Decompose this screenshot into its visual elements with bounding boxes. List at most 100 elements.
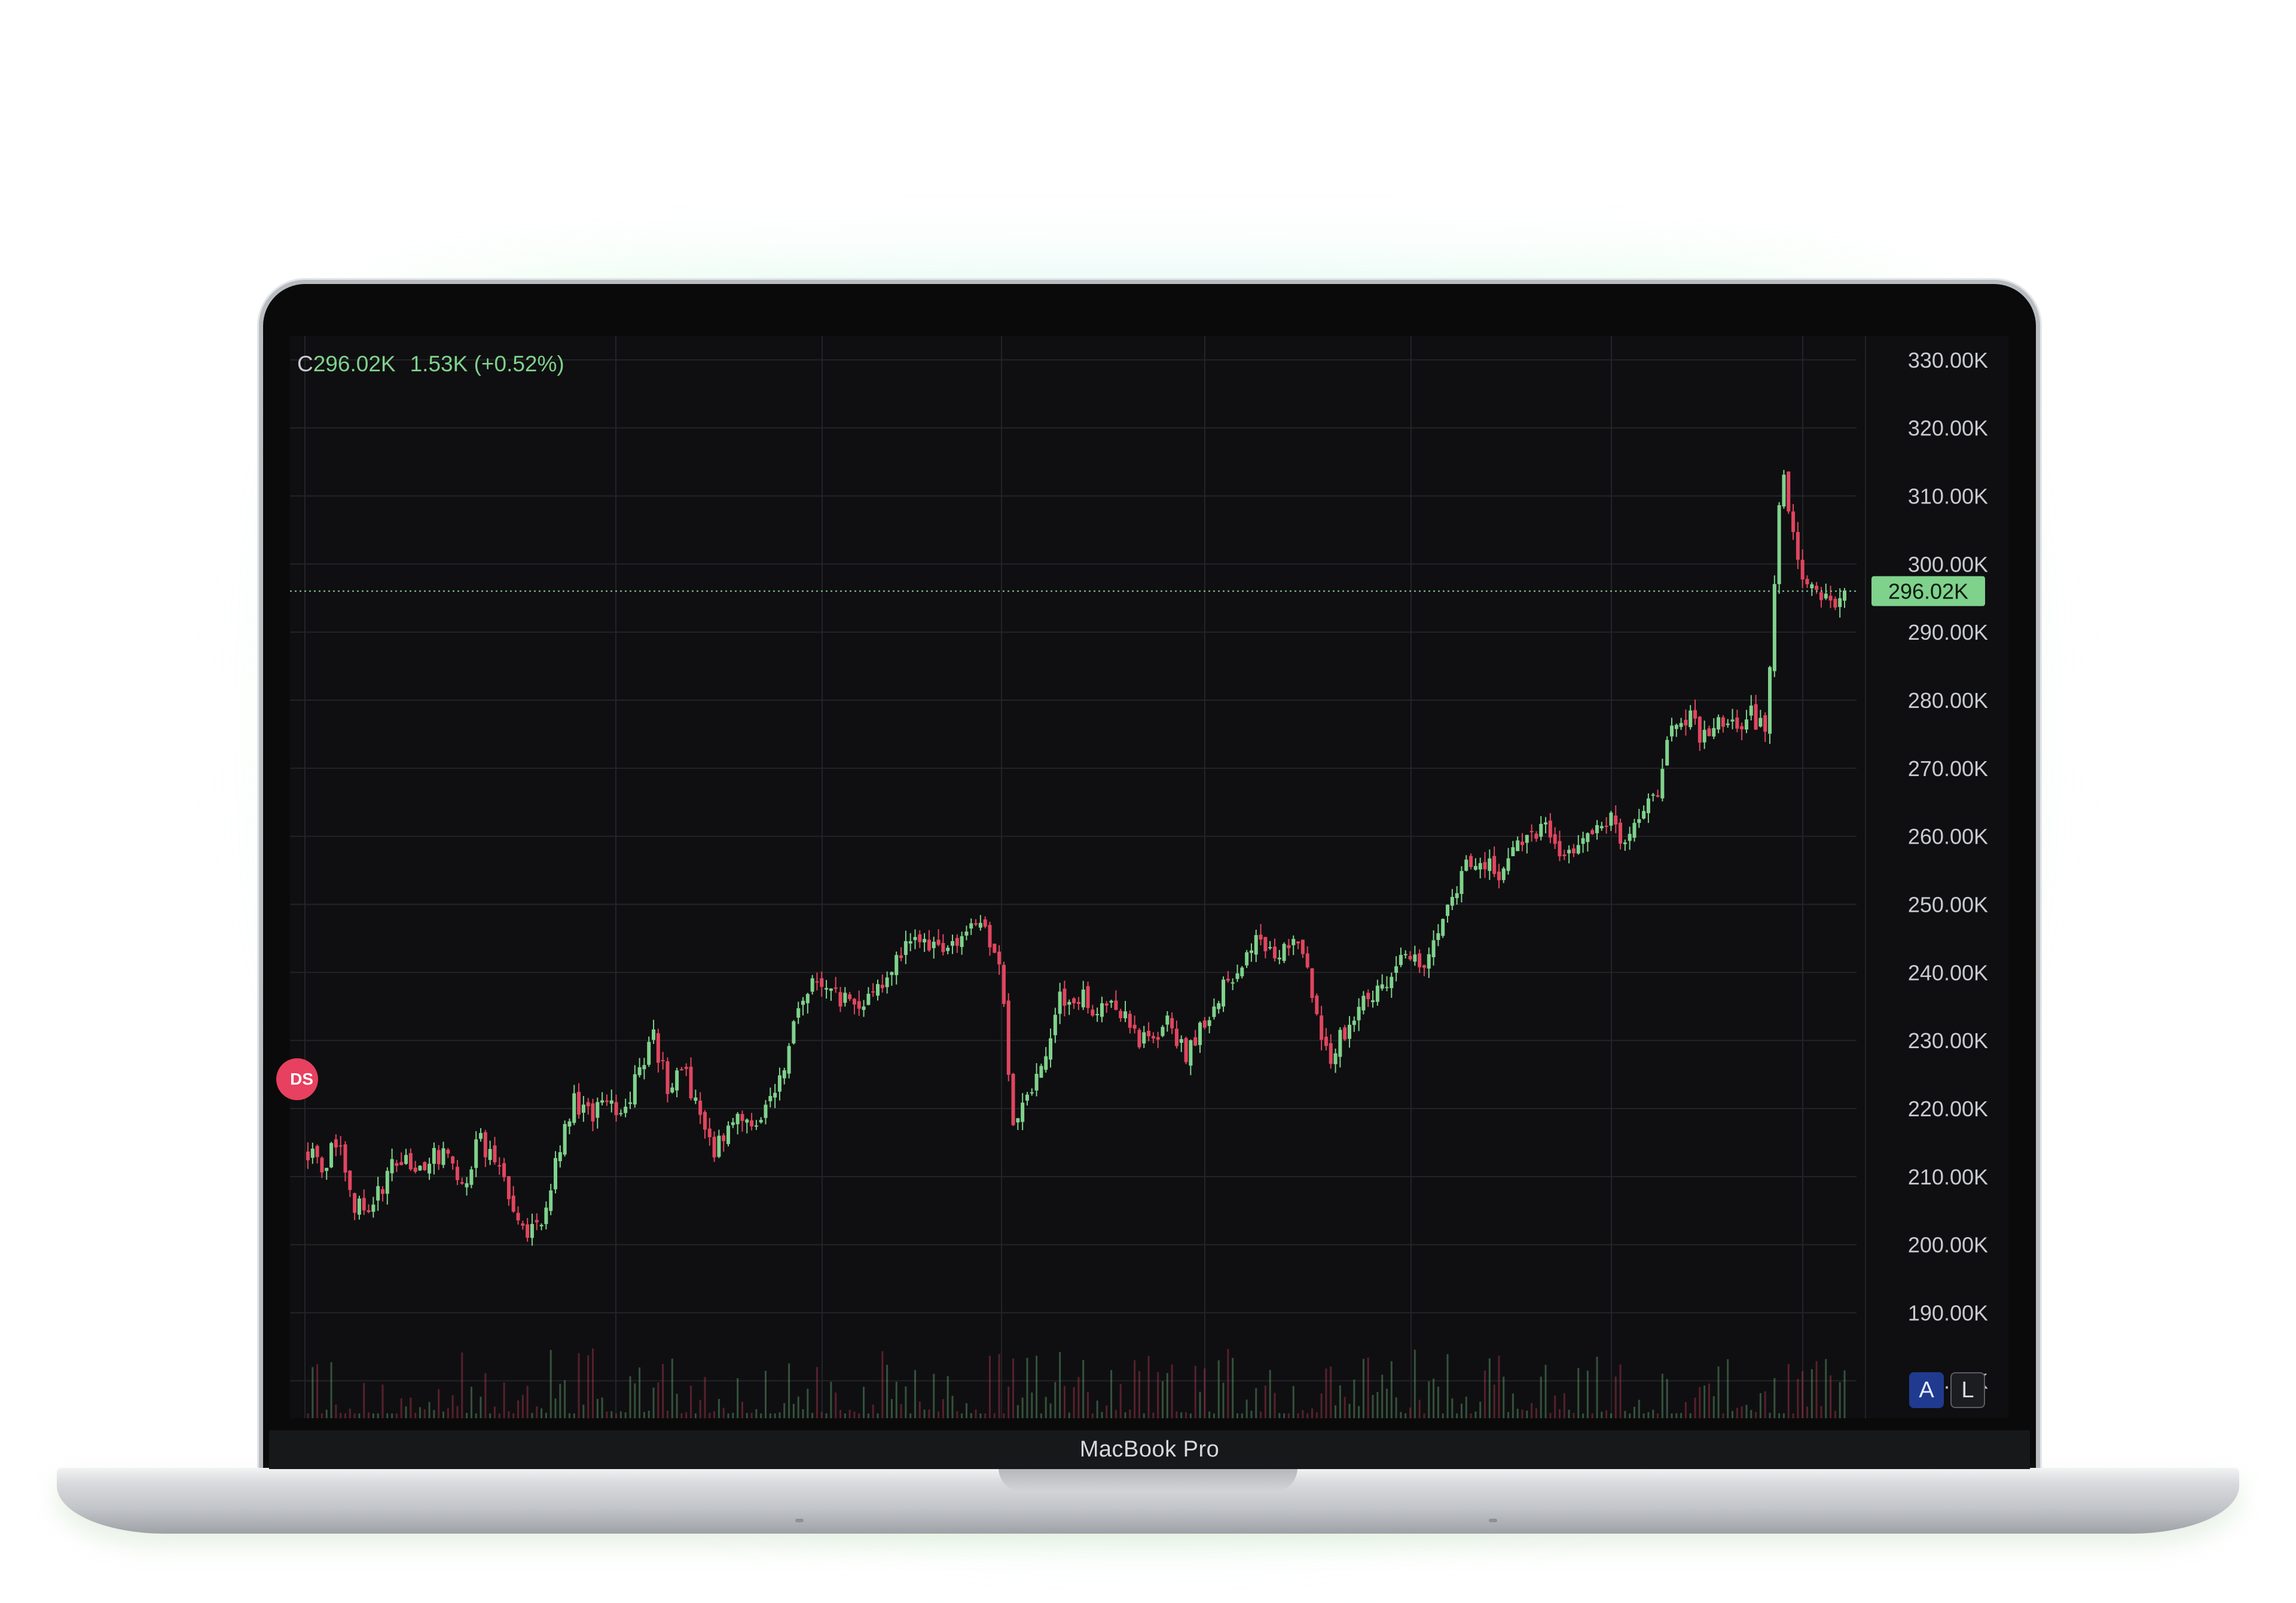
candle-body <box>1595 825 1599 833</box>
candle-body <box>871 991 875 993</box>
candle-body <box>1119 1010 1123 1018</box>
candle-body <box>343 1144 347 1173</box>
volume-bar <box>1049 1403 1052 1418</box>
volume-bar <box>732 1412 734 1418</box>
candle-body <box>554 1158 558 1190</box>
candle-body <box>1240 967 1244 976</box>
volume-bar <box>938 1411 940 1418</box>
volume-bar <box>1782 1413 1785 1418</box>
volume-bar <box>1736 1407 1738 1418</box>
volume-bar <box>1147 1355 1150 1418</box>
volume-bar <box>316 1364 319 1418</box>
price-tick-label: 200.00K <box>1908 1233 1988 1257</box>
volume-bar <box>1297 1413 1299 1418</box>
candle-body <box>624 1106 628 1113</box>
candle-body <box>1604 825 1608 827</box>
candle-body <box>1619 822 1623 844</box>
volume-bar <box>1021 1397 1024 1418</box>
candle-body <box>1385 987 1389 988</box>
volume-bar <box>839 1410 842 1418</box>
candle-body <box>1497 871 1501 881</box>
candle-body <box>1679 723 1683 727</box>
volume-bar <box>1671 1413 1673 1418</box>
event-badge[interactable]: DS <box>276 1058 318 1100</box>
candle-body <box>1609 813 1613 826</box>
volume-bar <box>942 1399 944 1418</box>
candle-body <box>745 1119 749 1123</box>
volume-bar <box>312 1367 314 1418</box>
volume-bar <box>391 1413 393 1418</box>
volume-bar <box>1302 1410 1304 1418</box>
volume-bar <box>601 1397 603 1418</box>
candle-body <box>1562 854 1567 856</box>
candle-body <box>1184 1038 1188 1062</box>
candle-body <box>1324 1036 1328 1046</box>
volume-bar <box>512 1413 515 1418</box>
volume-bar <box>639 1367 641 1418</box>
candle-body <box>880 985 884 988</box>
log-scale-button[interactable]: L <box>1950 1372 1985 1408</box>
volume-bar <box>587 1355 590 1418</box>
volume-bar <box>652 1387 655 1418</box>
candle-body <box>1366 993 1370 1000</box>
volume-bar <box>835 1393 837 1418</box>
candle-body <box>497 1165 502 1167</box>
candle-body <box>993 944 997 953</box>
volume-bar <box>419 1407 421 1418</box>
volume-bar <box>797 1396 799 1418</box>
volume-bar <box>438 1389 440 1418</box>
volume-bar <box>610 1411 613 1418</box>
candle-body <box>754 1125 758 1127</box>
candle-body <box>474 1139 478 1168</box>
candle-body <box>722 1135 726 1141</box>
volume-bar <box>363 1383 365 1418</box>
candle-body <box>1403 954 1407 955</box>
volume-bar <box>1428 1381 1430 1418</box>
candle-body <box>465 1183 469 1187</box>
candle-body <box>1660 768 1665 799</box>
volume-bar <box>358 1413 361 1418</box>
auto-scale-button[interactable]: A <box>1909 1372 1944 1408</box>
volume-bar <box>1087 1392 1089 1418</box>
price-tick-label: 290.00K <box>1908 620 1988 645</box>
candle-body <box>777 1075 781 1092</box>
volume-bar <box>900 1404 902 1418</box>
volume-bar <box>1236 1413 1238 1418</box>
candle-body <box>367 1210 371 1213</box>
candle-body <box>325 1168 329 1171</box>
volume-bar <box>1558 1409 1561 1418</box>
volume-bar <box>1764 1391 1766 1418</box>
volume-bar <box>1381 1375 1384 1418</box>
volume-bar <box>1143 1413 1145 1418</box>
volume-bar <box>1227 1349 1229 1418</box>
candle-body <box>404 1155 408 1164</box>
candle-body <box>1586 833 1590 842</box>
volume-bar <box>881 1351 884 1418</box>
volume-bar <box>1573 1412 1575 1418</box>
price-chart[interactable]: 330.00K 320.00K 310.00K 300.00K 290.00K 280.0… <box>290 336 2008 1418</box>
candle-body <box>1179 1039 1183 1043</box>
candle-body <box>506 1176 511 1199</box>
candle-body <box>1053 1015 1057 1036</box>
volume-bar <box>988 1355 991 1418</box>
candle-body <box>1469 856 1473 868</box>
candle-body <box>689 1067 693 1098</box>
candle-body <box>838 992 842 1007</box>
volume-bar <box>1292 1386 1294 1418</box>
volume-bar <box>1054 1382 1057 1418</box>
volume-bar <box>807 1388 809 1418</box>
candle-body <box>1488 858 1492 871</box>
candle-body <box>1646 798 1650 813</box>
candle-body <box>446 1149 450 1154</box>
volume-bar <box>844 1413 846 1418</box>
volume-bar <box>1418 1399 1421 1418</box>
candle-body <box>1207 1020 1211 1026</box>
candle-body <box>1544 822 1548 825</box>
volume-bar <box>1563 1393 1565 1418</box>
volume-bar <box>1129 1409 1131 1418</box>
candle-body <box>1819 592 1823 600</box>
candle-body <box>1511 847 1515 856</box>
volume-bar <box>830 1381 832 1418</box>
candle-body <box>1202 1020 1207 1028</box>
candle-body <box>362 1198 366 1211</box>
